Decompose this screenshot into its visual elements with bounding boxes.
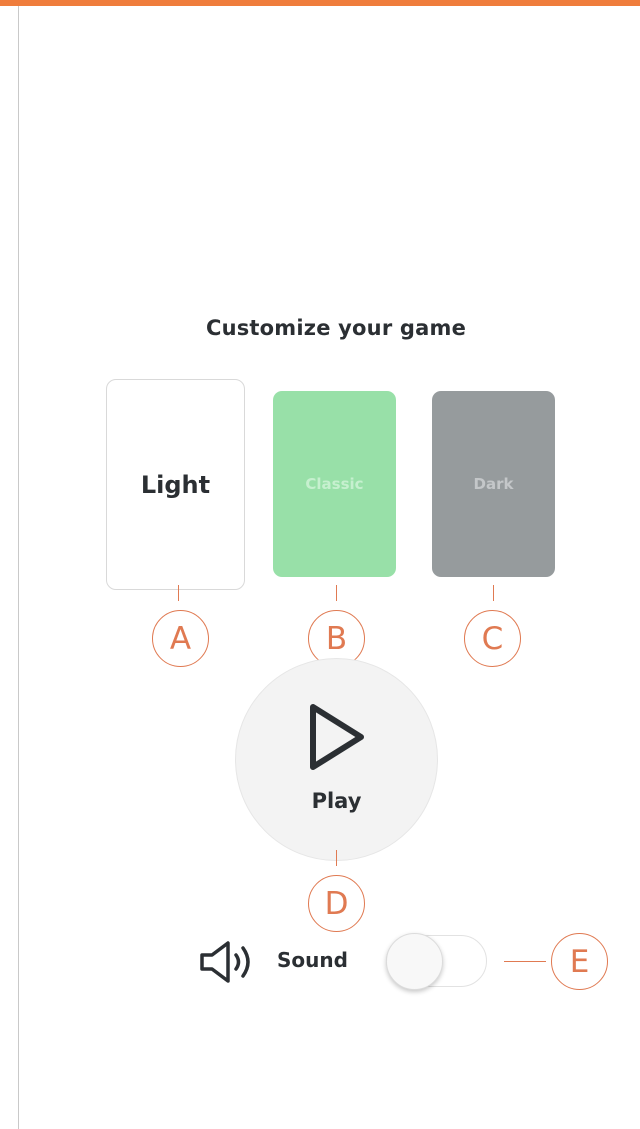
theme-card-dark-label: Dark: [473, 475, 514, 493]
theme-card-light-label: Light: [140, 470, 211, 499]
left-divider: [18, 6, 19, 1129]
play-button[interactable]: Play: [235, 658, 438, 861]
sound-toggle[interactable]: [386, 933, 487, 990]
callout-e: E: [551, 933, 608, 990]
sound-toggle-knob[interactable]: [386, 933, 443, 990]
sound-label: Sound: [277, 948, 348, 972]
callout-d-leader: [336, 850, 337, 866]
callout-e-leader: [504, 961, 546, 962]
theme-card-dark[interactable]: Dark: [432, 391, 555, 577]
top-accent-bar: [0, 0, 640, 6]
callout-c-leader: [493, 585, 494, 601]
callout-b-leader: [336, 585, 337, 601]
play-triangle-icon: [310, 704, 364, 770]
callout-d: D: [308, 875, 365, 932]
theme-card-light[interactable]: Light: [106, 379, 245, 590]
page-title: Customize your game: [205, 316, 467, 340]
play-label: Play: [311, 789, 362, 813]
callout-a-leader: [178, 585, 179, 601]
theme-card-classic[interactable]: Classic: [273, 391, 396, 577]
speaker-icon: [200, 941, 250, 983]
callout-a: A: [152, 610, 209, 667]
theme-card-classic-label: Classic: [305, 475, 364, 493]
callout-c: C: [464, 610, 521, 667]
